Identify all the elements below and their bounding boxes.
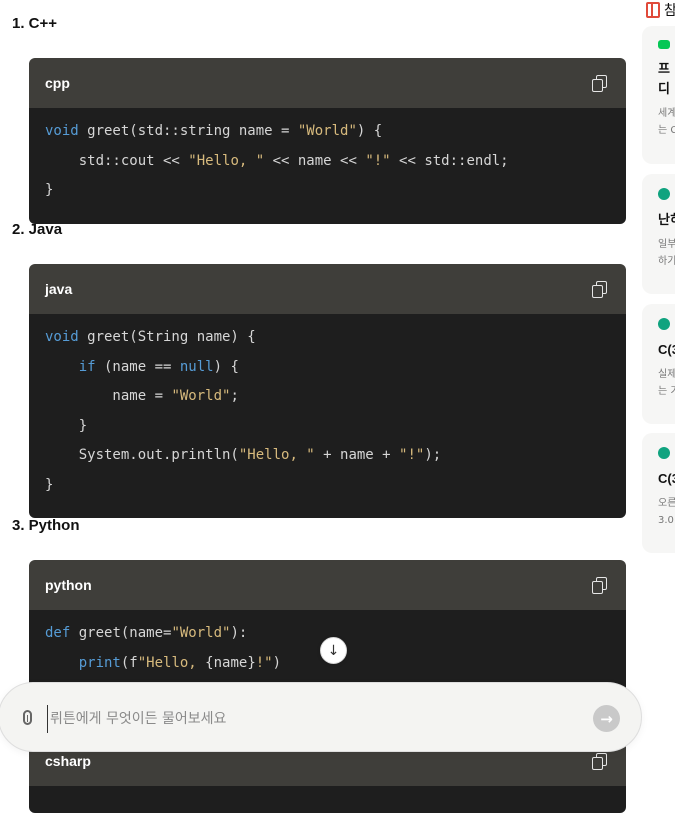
code-line: std::cout << "Hello, " << name << "!" <<… (45, 151, 610, 181)
code-token: } (45, 182, 54, 198)
code-token: ); (424, 447, 442, 463)
code-header: java (29, 264, 626, 314)
code-token: greet(std::string name = (78, 123, 298, 139)
code-body: void greet(String name) { if (name == nu… (29, 314, 626, 518)
code-token: } (45, 476, 54, 493)
reference-title: C(3 (658, 342, 675, 357)
code-token: !" (255, 654, 273, 671)
code-language-label: cpp (45, 75, 70, 91)
code-line: } (45, 180, 610, 210)
code-token: ) { (356, 123, 383, 139)
code-token: greet(String name) { (78, 329, 256, 345)
sidebar-title: 참 (664, 2, 675, 18)
code-token: "World" (171, 388, 231, 404)
scroll-to-bottom-button[interactable]: ↓ (320, 637, 347, 664)
code-token: } (45, 417, 88, 434)
code-token: std::cout << (45, 152, 189, 169)
site-favicon-icon (658, 318, 670, 330)
arrow-right-icon: → (600, 709, 613, 728)
code-token: ) (272, 654, 282, 671)
code-line: System.out.println("Hello, " + name + "!… (45, 445, 610, 475)
reference-card[interactable]: C(3 오른 3.0 (642, 433, 675, 553)
code-token: "Hello, (137, 654, 206, 671)
copy-code-button[interactable] (592, 577, 608, 594)
code-token: "!" (399, 447, 425, 463)
reference-card[interactable]: C(3 실제 는 기 (642, 304, 675, 424)
site-favicon-icon (658, 447, 670, 459)
code-header: cpp (29, 58, 626, 108)
code-token: System.out.println( (45, 447, 239, 463)
code-token: (name == (95, 358, 180, 375)
prompt-input[interactable] (47, 705, 572, 733)
reference-snippet: 세계 는 C (658, 108, 675, 136)
code-block-python: python def greet(name="World"): print(f"… (29, 560, 626, 696)
code-token: if (78, 358, 96, 375)
send-button[interactable]: → (593, 705, 620, 732)
code-token: << name << (264, 152, 366, 169)
reference-title: 프 디 (658, 61, 670, 96)
reference-snippet: 일부 하기 (658, 239, 675, 267)
code-token: (f (120, 654, 138, 671)
section-heading-cpp: 1. C++ (12, 15, 58, 32)
reference-card[interactable]: 난히 일부 하기 (642, 174, 675, 294)
code-line: } (45, 416, 610, 446)
section-heading-python: 3. Python (12, 517, 80, 534)
arrow-down-icon: ↓ (327, 642, 340, 659)
code-line: } (45, 475, 610, 505)
prompt-bar: → (0, 682, 642, 752)
code-token: greet(name= (70, 625, 172, 641)
copy-code-button[interactable] (592, 75, 608, 92)
code-block-cpp: cpp void greet(std::string name = "World… (29, 58, 626, 224)
code-token: def (45, 625, 71, 641)
code-token: "!" (365, 152, 391, 169)
reference-snippet: 오른 3.0 (658, 498, 675, 526)
code-token: {name} (205, 654, 256, 671)
code-token: ; (230, 388, 239, 404)
site-favicon-icon (658, 188, 670, 200)
code-body: void greet(std::string name = "World") {… (29, 108, 626, 224)
code-token: "World" (171, 625, 231, 641)
paperclip-icon[interactable] (23, 710, 32, 725)
code-line: name = "World"; (45, 386, 610, 416)
code-token: print (78, 654, 121, 671)
reference-card[interactable]: 프 디 세계 는 C (642, 26, 675, 164)
section-heading-java: 2. Java (12, 221, 63, 238)
code-token: + name + (314, 447, 400, 463)
code-block-java: java void greet(String name) { if (name … (29, 264, 626, 518)
code-language-label: python (45, 577, 92, 593)
code-token: ) { (213, 358, 239, 375)
line-icon (658, 40, 670, 49)
reference-title: 난히 (658, 212, 675, 227)
code-line: void greet(String name) { (45, 327, 610, 357)
code-token: "World" (297, 123, 357, 139)
code-token: "Hello, " (238, 447, 315, 463)
reference-title: C(3 (658, 471, 675, 486)
reference-snippet: 실제 는 기 (658, 369, 675, 397)
code-token: void (45, 123, 79, 139)
code-token: null (179, 358, 214, 375)
code-language-label: java (45, 281, 73, 297)
code-body (29, 786, 626, 813)
code-header: python (29, 560, 626, 610)
references-sidebar: 참 프 디 세계 는 C 난히 일부 하기 C(3 실제 는 기 C(3 오른 … (642, 0, 675, 795)
copy-code-button[interactable] (592, 753, 608, 770)
sidebar-header: 참 (646, 0, 675, 20)
code-token: name = (45, 388, 172, 404)
code-token: "Hello, " (188, 152, 265, 169)
code-token: << std::endl; (390, 152, 509, 169)
code-line: if (name == null) { (45, 357, 610, 387)
code-line: void greet(std::string name = "World") { (45, 121, 610, 151)
copy-code-button[interactable] (592, 281, 608, 298)
book-icon (646, 2, 660, 18)
code-token: ): (230, 625, 248, 641)
chat-main: 1. C++ cpp void greet(std::string name =… (0, 0, 642, 813)
code-token: void (45, 329, 79, 345)
code-language-label: csharp (45, 753, 91, 769)
